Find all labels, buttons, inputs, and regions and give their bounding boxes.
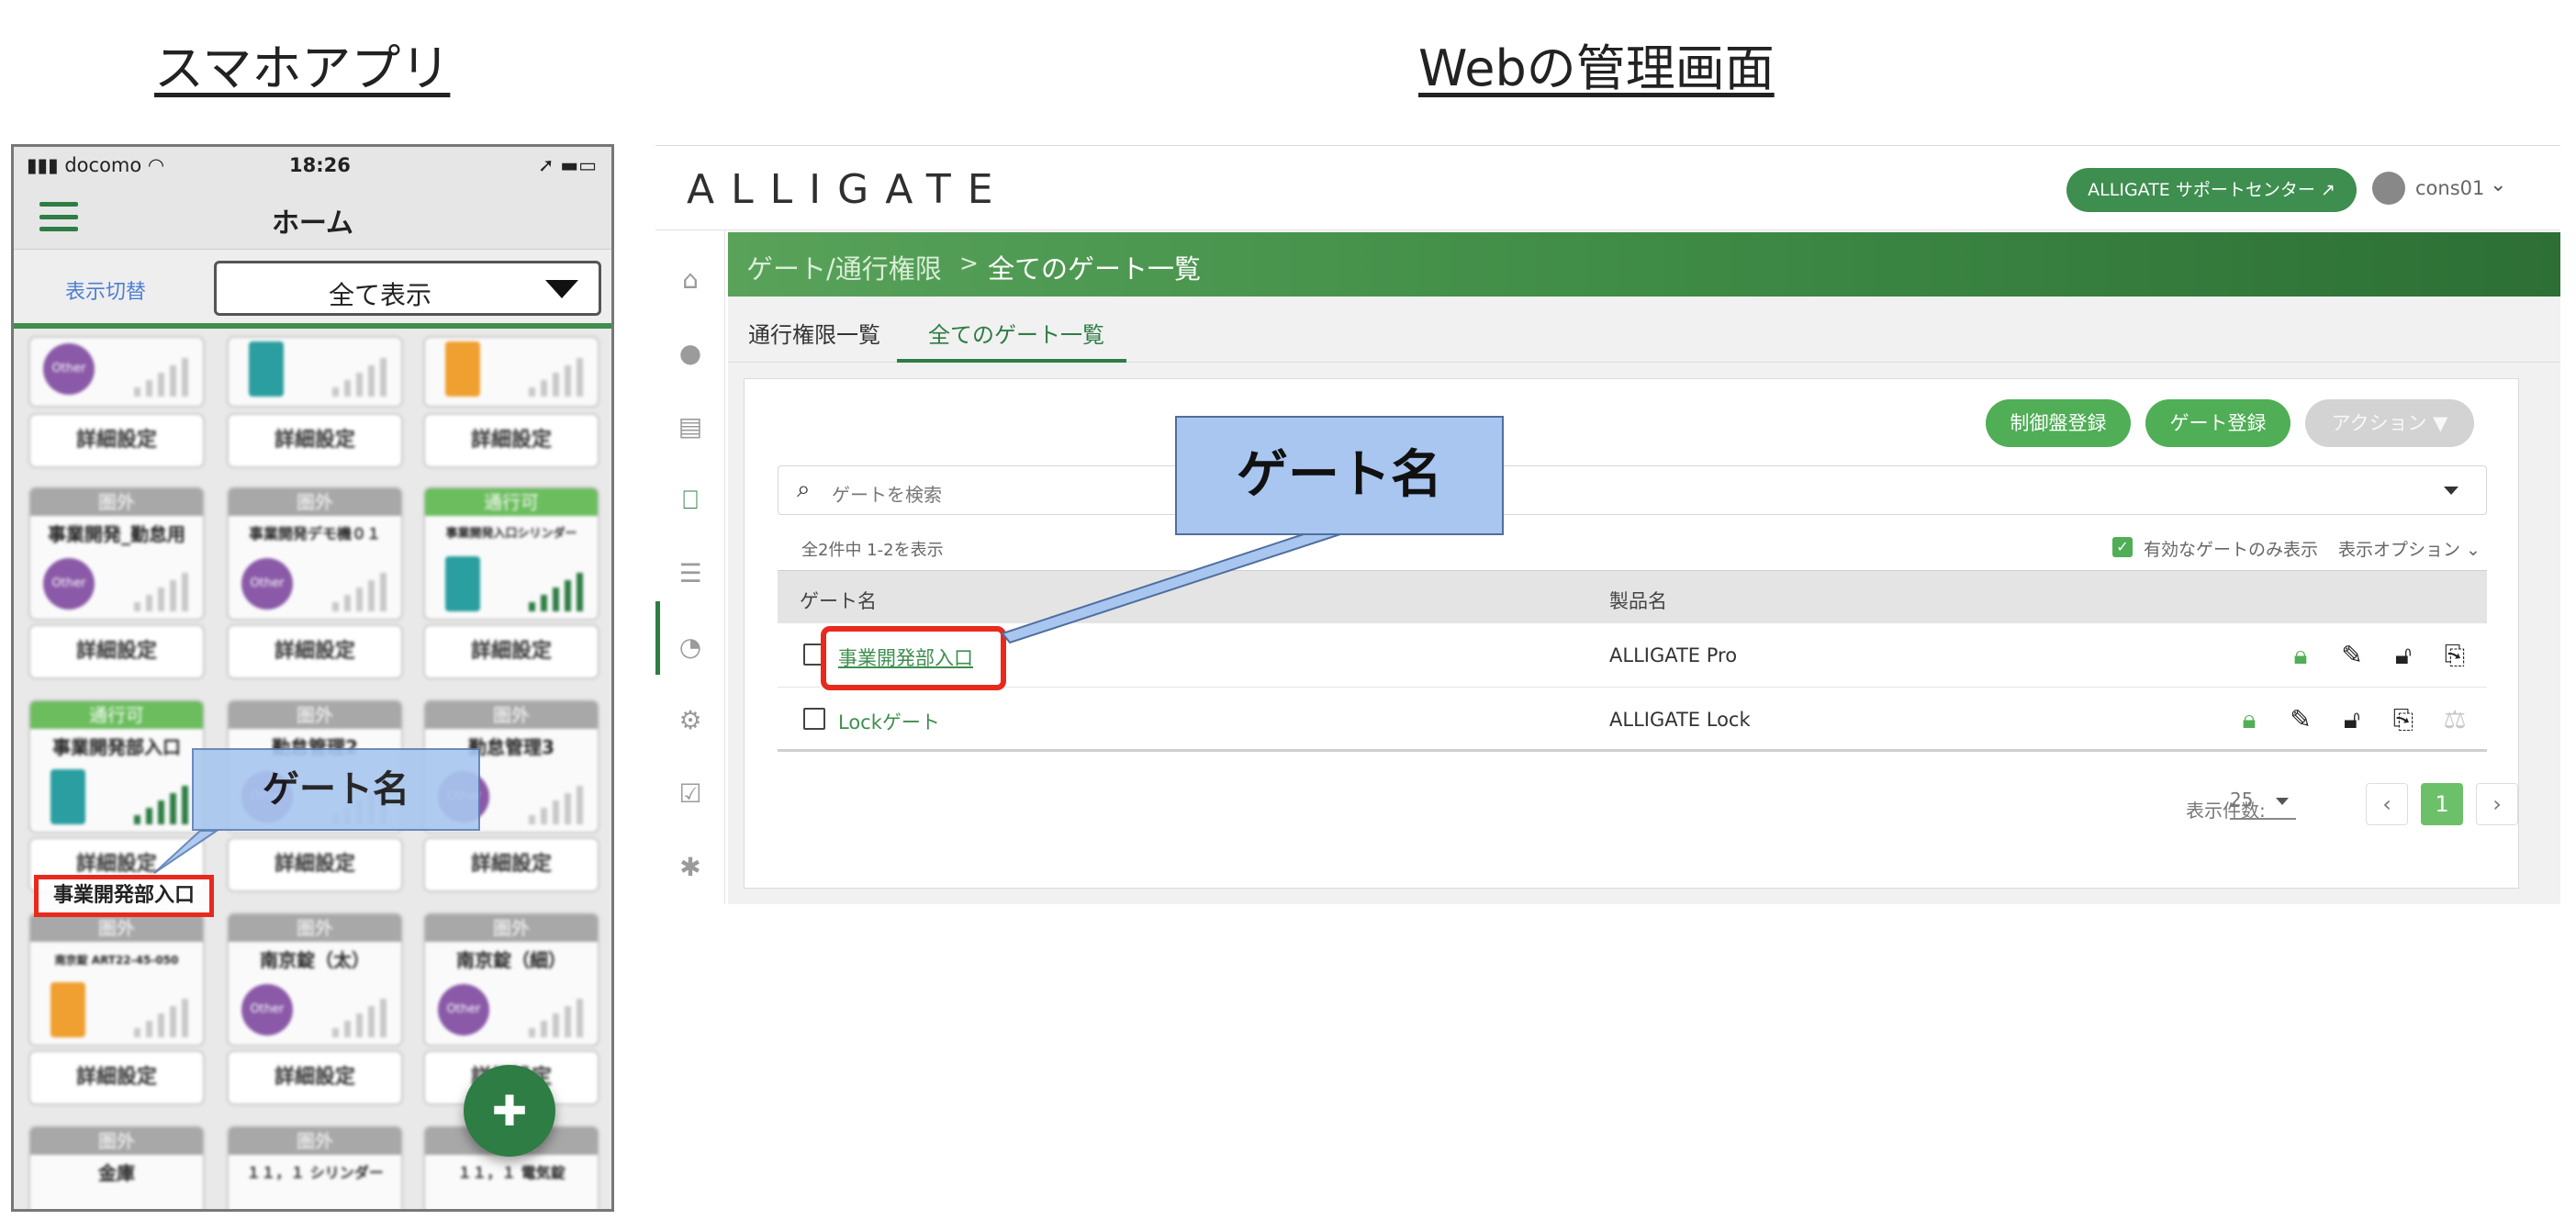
web-callout-pointer	[1001, 533, 1341, 644]
web-callout-tail	[1001, 533, 1341, 644]
web-gate-name-callout: ゲート名	[1175, 416, 1504, 535]
